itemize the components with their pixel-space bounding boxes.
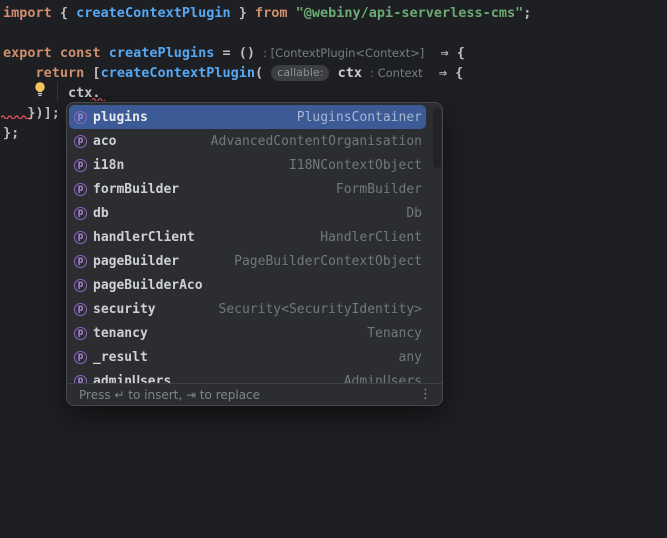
completion-item-security[interactable]: p security Security<SecurityIdentity> xyxy=(69,297,426,321)
code-token: createContextPlugin xyxy=(76,5,231,21)
property-icon: p xyxy=(74,374,87,383)
code-token: callable: xyxy=(271,65,330,81)
completion-item-type: Tenancy xyxy=(367,325,422,341)
completion-item-name: pageBuilderAco xyxy=(93,277,203,293)
completion-item-type: I18NContextObject xyxy=(288,157,422,173)
code-token: createContextPlugin xyxy=(100,65,255,81)
completion-item-formBuilder[interactable]: p formBuilder FormBuilder xyxy=(69,177,426,201)
code-line[interactable]: return [createContextPlugin( callable: c… xyxy=(3,63,531,83)
code-token: : [ContextPlugin<Context>] xyxy=(263,46,425,60)
completion-list: p plugins PluginsContainer p aco AdvancedCont… xyxy=(67,103,442,383)
popup-footer: Press ↵ to insert, ⇥ to replace ⋮ xyxy=(67,383,442,405)
indent-guide xyxy=(57,82,58,101)
completion-item-db[interactable]: p db Db xyxy=(69,201,426,225)
completion-item-name: handlerClient xyxy=(93,229,195,245)
property-icon: p xyxy=(74,326,87,340)
code-token: import xyxy=(3,5,52,21)
code-token: [ xyxy=(84,65,101,81)
completion-item-i18n[interactable]: p i18n I18NContextObject xyxy=(69,153,426,177)
autocomplete-popup: p plugins PluginsContainer p aco AdvancedCont… xyxy=(66,102,443,406)
property-icon: p xyxy=(74,230,87,244)
completion-item-type: Security<SecurityIdentity> xyxy=(218,301,423,317)
completion-item-type: any xyxy=(398,349,422,365)
completion-item-type: Db xyxy=(406,205,422,221)
completion-item-tenancy[interactable]: p tenancy Tenancy xyxy=(69,321,426,345)
code-token: ctx xyxy=(337,65,371,81)
code-token: ⇒ { xyxy=(422,65,464,81)
error-squiggle-after-dot xyxy=(92,97,105,101)
code-token: "@webiny/api-serverless-cms" xyxy=(295,5,524,21)
code-line[interactable]: ctx. xyxy=(3,83,531,103)
property-icon: p xyxy=(74,206,87,220)
code-token: const xyxy=(59,45,101,61)
completion-item-pageBuilderAco[interactable]: p pageBuilderAco xyxy=(69,273,426,297)
completion-item-name: i18n xyxy=(93,157,125,173)
completion-item-type: HandlerClient xyxy=(320,229,422,245)
completion-item-plugins[interactable]: p plugins PluginsContainer xyxy=(69,105,426,129)
completion-item-type: AdminUsers xyxy=(343,373,422,384)
code-token: })]; xyxy=(27,105,60,121)
code-token: ⇒ { xyxy=(424,45,465,61)
code-token: ; xyxy=(523,5,532,21)
completion-item-type: PageBuilderContextObject xyxy=(234,253,422,269)
completion-item-name: adminUsers xyxy=(93,373,172,384)
property-icon: p xyxy=(74,350,87,364)
property-icon: p xyxy=(74,158,87,172)
completion-item-_result[interactable]: p _result any xyxy=(69,345,426,369)
error-squiggle-closing-line xyxy=(1,115,29,119)
code-token: = () xyxy=(214,45,264,61)
code-line[interactable] xyxy=(3,23,531,43)
code-token: : Context xyxy=(370,66,423,80)
code-token: { xyxy=(51,5,77,21)
completion-item-type: AdvancedContentOrganisation xyxy=(210,133,422,149)
property-icon: p xyxy=(74,278,87,292)
code-token: ( xyxy=(255,65,272,81)
completion-item-name: pageBuilder xyxy=(93,253,180,269)
completion-item-handlerClient[interactable]: p handlerClient HandlerClient xyxy=(69,225,426,249)
completion-item-type: PluginsContainer xyxy=(296,109,422,125)
completion-item-adminUsers[interactable]: p adminUsers AdminUsers xyxy=(69,369,426,383)
more-options-icon[interactable]: ⋮ xyxy=(419,387,432,402)
completion-item-name: plugins xyxy=(93,109,148,125)
property-icon: p xyxy=(74,302,87,316)
code-token: createPlugins xyxy=(108,45,215,61)
completion-item-name: security xyxy=(93,301,156,317)
code-token: export xyxy=(3,45,52,61)
popup-scrollbar-thumb[interactable] xyxy=(433,108,441,168)
completion-item-name: _result xyxy=(93,349,148,365)
code-token: return xyxy=(35,65,85,81)
code-line[interactable]: import { createContextPlugin } from "@we… xyxy=(3,3,531,23)
completion-item-aco[interactable]: p aco AdvancedContentOrganisation xyxy=(69,129,426,153)
completion-item-name: aco xyxy=(93,133,117,149)
code-token: }; xyxy=(3,125,20,141)
intention-lightbulb-icon[interactable] xyxy=(32,81,48,97)
property-icon: p xyxy=(74,182,87,196)
code-token: from xyxy=(255,5,288,21)
code-token: } xyxy=(230,5,255,21)
property-icon: p xyxy=(74,134,87,148)
code-line[interactable]: export const createPlugins = () : [Conte… xyxy=(3,43,531,63)
completion-item-name: formBuilder xyxy=(93,181,180,197)
completion-item-name: tenancy xyxy=(93,325,148,341)
completion-item-type: FormBuilder xyxy=(335,181,422,197)
property-icon: p xyxy=(74,110,87,124)
completion-item-name: db xyxy=(93,205,109,221)
completion-item-pageBuilder[interactable]: p pageBuilder PageBuilderContextObject xyxy=(69,249,426,273)
completion-hint-text: Press ↵ to insert, ⇥ to replace xyxy=(79,387,261,402)
property-icon: p xyxy=(74,254,87,268)
